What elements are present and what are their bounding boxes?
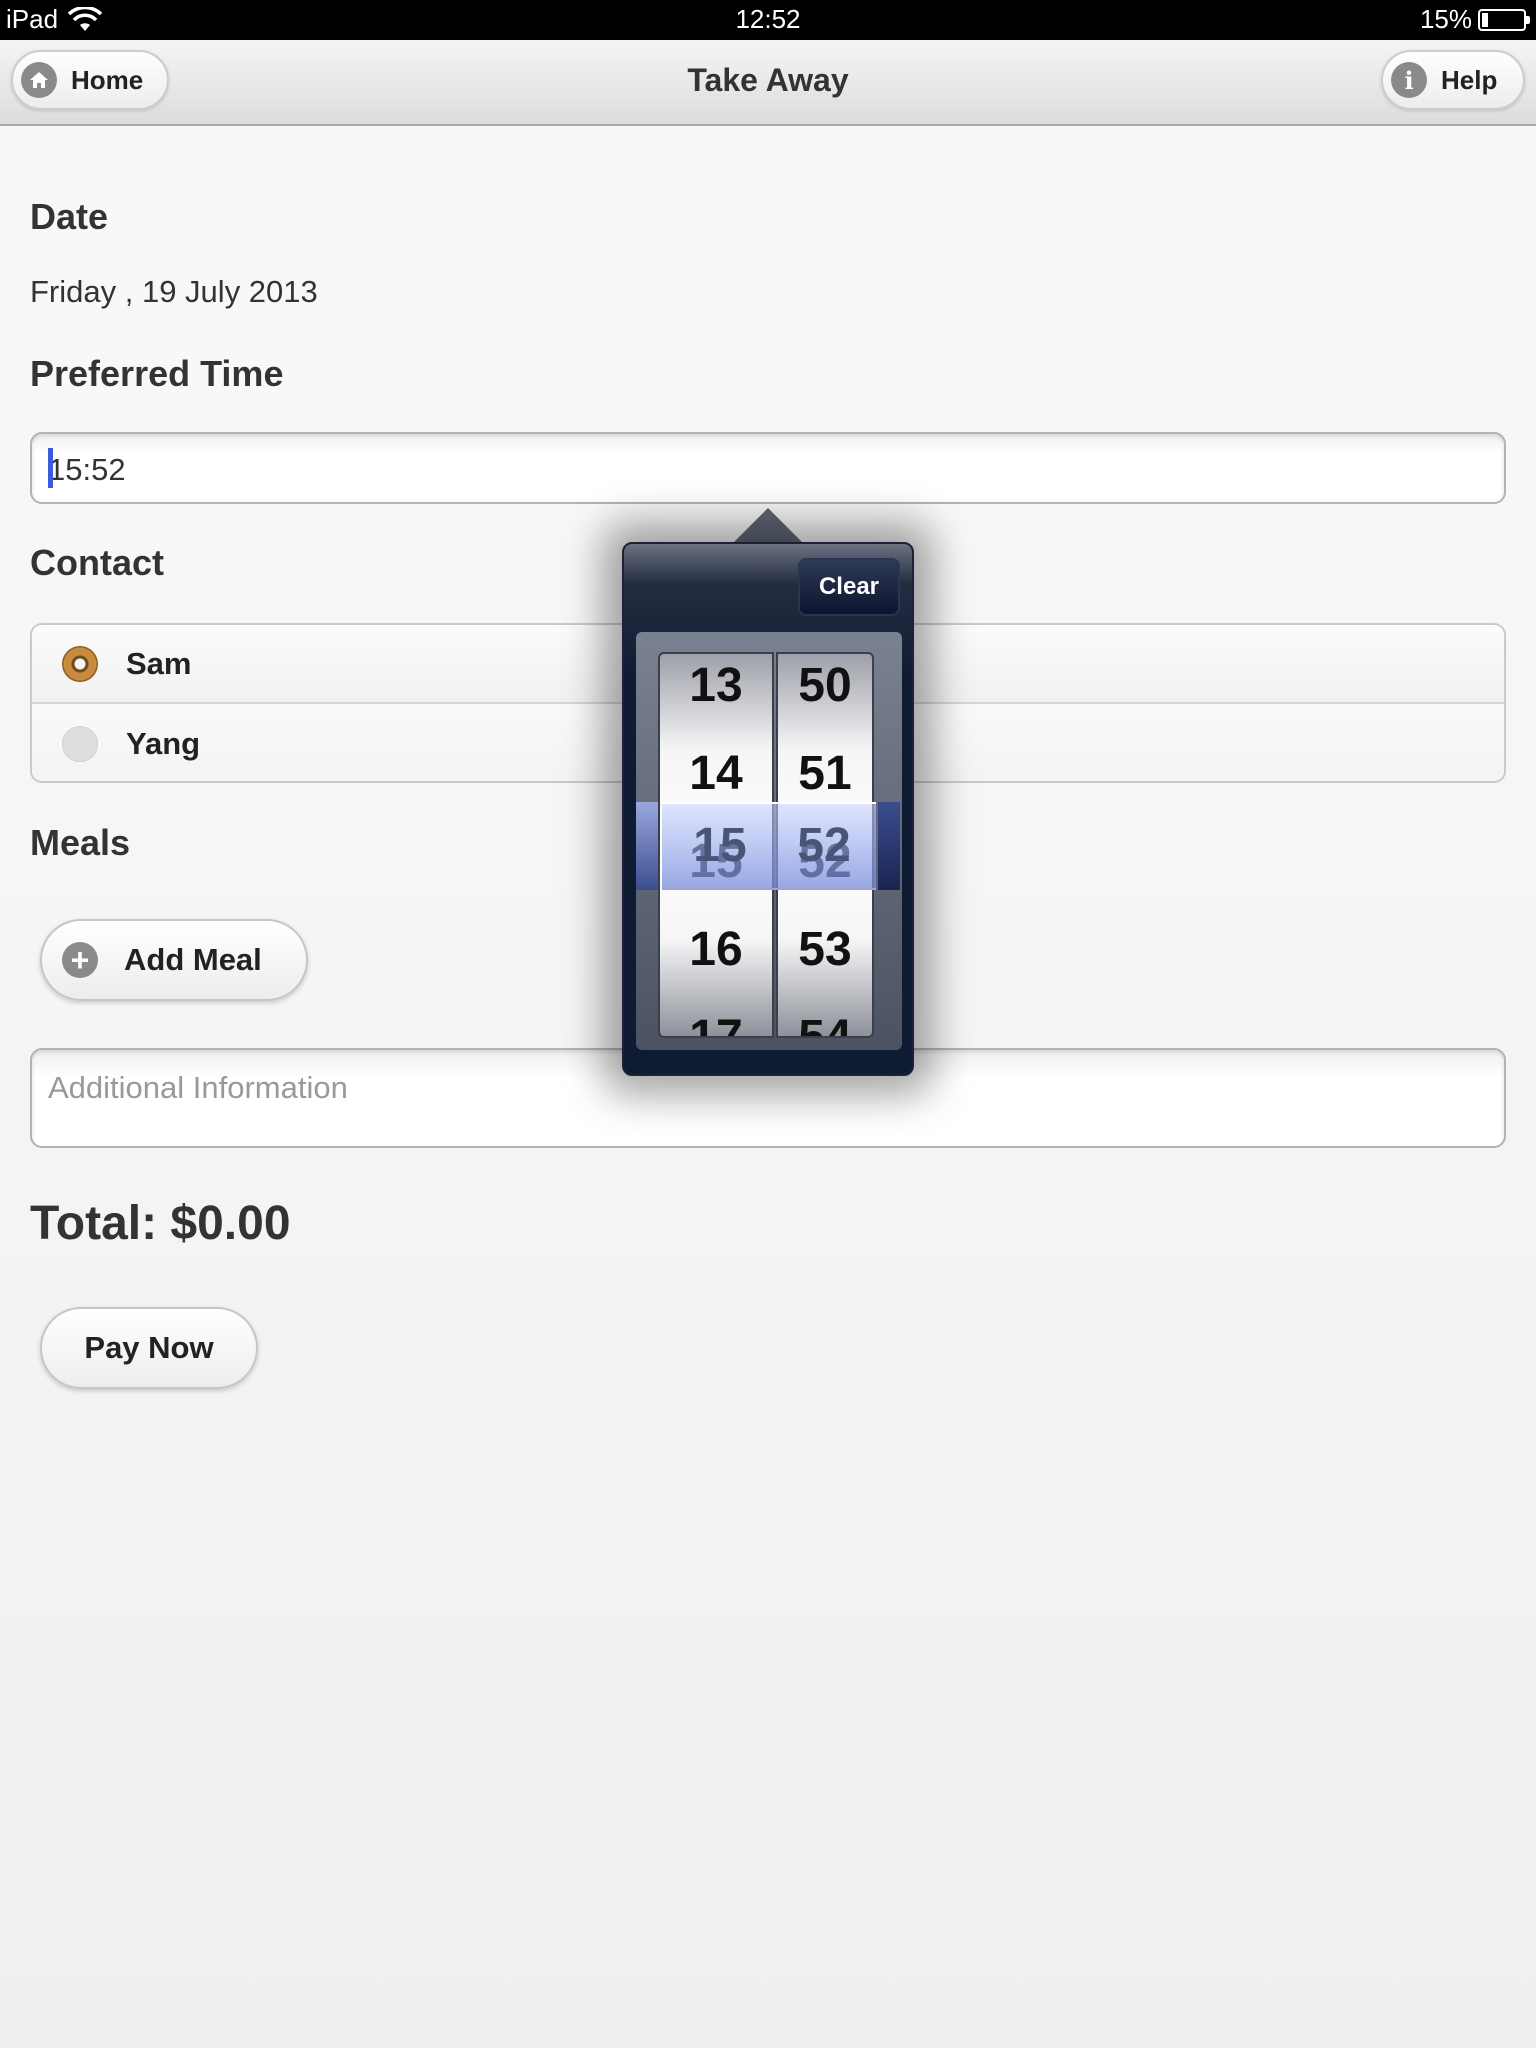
popover-arrow [734,508,802,542]
preferred-time-input[interactable]: 15:52 [30,432,1506,504]
add-meal-label: Add Meal [124,942,262,977]
pay-now-button[interactable]: Pay Now [40,1307,258,1389]
battery-icon [1478,8,1530,31]
plus-icon: + [62,942,98,978]
help-button[interactable]: i Help [1381,50,1525,110]
pay-now-label: Pay Now [84,1330,214,1365]
selected-hour: 15 [693,819,747,872]
navigation-header: Home Take Away i Help [0,40,1536,126]
selection-band-right [878,802,900,890]
contact-label: Contact [30,542,164,583]
contact-option-label: Yang [126,725,201,761]
selection-band-left [636,802,658,890]
preferred-time-value: 15:52 [48,452,126,487]
page-title: Take Away [687,62,849,98]
hour-option[interactable]: 16 [660,906,772,994]
additional-info-placeholder: Additional Information [48,1070,348,1105]
battery-percent: 15% [1419,4,1472,34]
help-button-label: Help [1441,64,1498,95]
text-caret [48,448,53,488]
status-time: 12:52 [735,4,801,34]
status-bar: iPad 12:52 15% [0,0,1536,40]
minute-option[interactable]: 54 [778,994,872,1036]
meals-label: Meals [30,822,131,863]
info-icon: i [1391,62,1427,98]
clear-button[interactable]: Clear [798,558,900,616]
hour-option[interactable]: 13 [660,654,772,730]
date-label: Date [30,196,109,237]
minute-option[interactable]: 53 [778,906,872,994]
preferred-time-label: Preferred Time [30,353,284,394]
contact-option-label: Sam [126,645,192,681]
total-amount: Total: $0.00 [30,1197,291,1250]
minute-option[interactable]: 50 [778,654,872,730]
radio-unselected-icon [62,725,98,762]
date-value: Friday , 19 July 2013 [30,274,318,309]
selected-minute: 52 [797,819,851,872]
hour-option[interactable]: 17 [660,994,772,1036]
add-meal-button[interactable]: + Add Meal [40,919,308,1001]
radio-selected-icon [62,645,98,682]
